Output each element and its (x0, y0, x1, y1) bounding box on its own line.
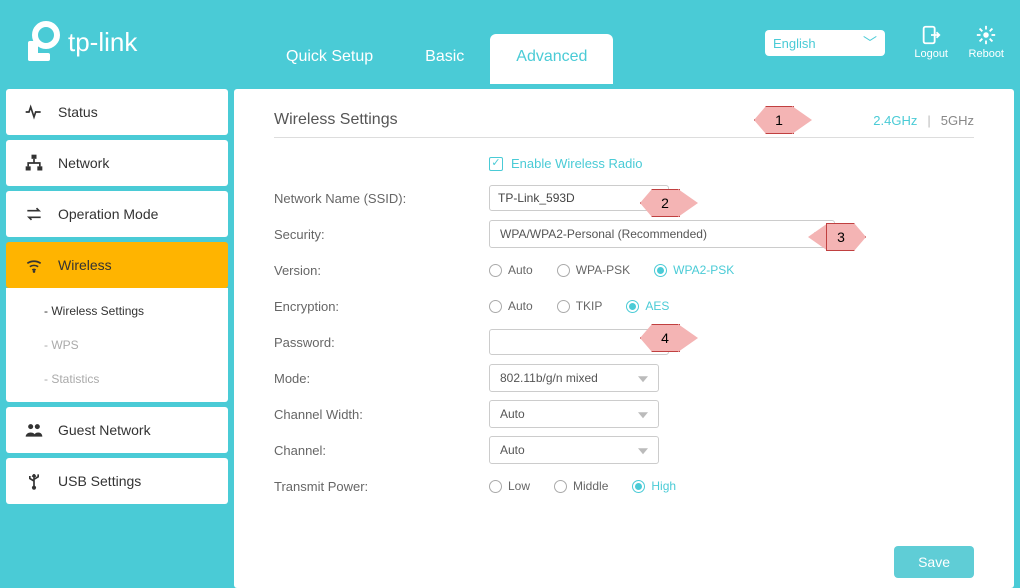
tab-basic[interactable]: Basic (399, 34, 490, 84)
security-select[interactable]: WPA/WPA2-Personal (Recommended) (489, 220, 835, 248)
sidebar-item-network[interactable]: Network (6, 140, 228, 186)
channel-width-label: Channel Width: (274, 407, 489, 422)
version-wpa2-psk-radio[interactable]: WPA2-PSK (654, 263, 734, 277)
version-wpa-psk-radio[interactable]: WPA-PSK (557, 263, 630, 277)
security-label: Security: (274, 227, 489, 242)
main-panel: Wireless Settings 2.4GHz | 5GHz ✓ Enable… (234, 89, 1014, 588)
sidebar-item-label: Operation Mode (58, 206, 158, 222)
sidebar-item-wireless[interactable]: Wireless (6, 242, 228, 288)
app-header: tp-link Quick Setup Basic Advanced Engli… (0, 0, 1020, 84)
tp-link-logo-icon (20, 21, 62, 63)
page-title: Wireless Settings (274, 111, 398, 129)
encryption-auto-radio[interactable]: Auto (489, 299, 533, 313)
sidebar: Status Network Operation Mode Wireless -… (0, 84, 234, 588)
ssid-label: Network Name (SSID): (274, 191, 489, 206)
sidebar-item-label: Status (58, 104, 98, 120)
sidebar-item-guest-network[interactable]: Guest Network (6, 407, 228, 453)
tab-quick-setup[interactable]: Quick Setup (260, 34, 399, 84)
usb-icon (24, 471, 44, 491)
pulse-icon (24, 102, 44, 122)
password-label: Password: (274, 335, 489, 350)
swap-icon (24, 204, 44, 224)
main-tabs: Quick Setup Basic Advanced (260, 34, 613, 84)
sidebar-item-label: USB Settings (58, 473, 141, 489)
network-icon (24, 153, 44, 173)
logout-button[interactable]: Logout (914, 24, 948, 60)
brand-logo: tp-link (20, 21, 137, 63)
tab-advanced[interactable]: Advanced (490, 34, 613, 84)
version-label: Version: (274, 263, 489, 278)
password-input[interactable] (489, 329, 669, 355)
sidebar-subnav-wireless: - Wireless Settings - WPS - Statistics (6, 288, 228, 402)
reboot-label: Reboot (969, 48, 1004, 60)
version-auto-radio[interactable]: Auto (489, 263, 533, 277)
encryption-label: Encryption: (274, 299, 489, 314)
band-switch: 2.4GHz | 5GHz (873, 113, 974, 128)
sidebar-item-operation-mode[interactable]: Operation Mode (6, 191, 228, 237)
logout-icon (920, 24, 942, 46)
subnav-wps[interactable]: - WPS (6, 328, 228, 362)
mode-label: Mode: (274, 371, 489, 386)
tx-power-middle-radio[interactable]: Middle (554, 479, 608, 493)
brand-text: tp-link (68, 27, 137, 58)
enable-wireless-radio-checkbox[interactable]: ✓ Enable Wireless Radio (489, 156, 974, 171)
channel-width-select[interactable]: Auto (489, 400, 659, 428)
reboot-button[interactable]: Reboot (969, 24, 1004, 60)
tx-power-low-radio[interactable]: Low (489, 479, 530, 493)
tx-power-high-radio[interactable]: High (632, 479, 676, 493)
channel-select[interactable]: Auto (489, 436, 659, 464)
encryption-aes-radio[interactable]: AES (626, 299, 669, 313)
sidebar-item-label: Wireless (58, 257, 112, 273)
checkbox-icon: ✓ (489, 157, 503, 171)
band-24ghz[interactable]: 2.4GHz (873, 113, 917, 128)
band-separator: | (927, 113, 930, 128)
sidebar-item-status[interactable]: Status (6, 89, 228, 135)
reboot-icon (975, 24, 997, 46)
language-select[interactable]: English ﹀ (765, 30, 885, 56)
logout-label: Logout (914, 48, 948, 60)
band-5ghz[interactable]: 5GHz (941, 113, 974, 128)
mode-select[interactable]: 802.11b/g/n mixed (489, 364, 659, 392)
subnav-statistics[interactable]: - Statistics (6, 362, 228, 396)
enable-wireless-radio-label: Enable Wireless Radio (511, 156, 643, 171)
language-value: English (773, 36, 816, 51)
sidebar-item-label: Guest Network (58, 422, 151, 438)
subnav-wireless-settings[interactable]: - Wireless Settings (6, 294, 228, 328)
users-icon (24, 420, 44, 440)
save-button[interactable]: Save (894, 546, 974, 578)
sidebar-item-usb-settings[interactable]: USB Settings (6, 458, 228, 504)
chevron-down-icon: ﹀ (863, 33, 877, 53)
sidebar-item-label: Network (58, 155, 109, 171)
tx-power-label: Transmit Power: (274, 479, 489, 494)
channel-label: Channel: (274, 443, 489, 458)
ssid-input[interactable] (489, 185, 669, 211)
encryption-tkip-radio[interactable]: TKIP (557, 299, 603, 313)
wifi-icon (24, 255, 44, 275)
